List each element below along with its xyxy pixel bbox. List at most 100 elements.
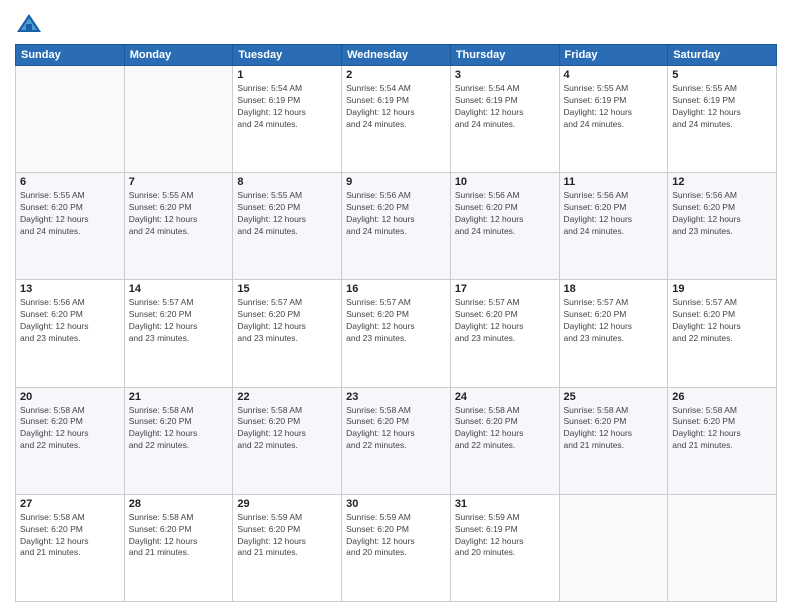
calendar-cell: 29 Sunrise: 5:59 AM Sunset: 6:20 PM Dayli… bbox=[233, 494, 342, 601]
calendar-cell: 31 Sunrise: 5:59 AM Sunset: 6:19 PM Dayli… bbox=[450, 494, 559, 601]
day-number: 29 bbox=[237, 498, 337, 510]
page: SundayMondayTuesdayWednesdayThursdayFrid… bbox=[0, 0, 792, 612]
calendar-table: SundayMondayTuesdayWednesdayThursdayFrid… bbox=[15, 44, 777, 602]
day-number: 25 bbox=[564, 391, 664, 403]
day-info: Sunrise: 5:58 AM Sunset: 6:20 PM Dayligh… bbox=[455, 405, 555, 453]
logo bbox=[15, 10, 47, 38]
calendar-week-2: 6 Sunrise: 5:55 AM Sunset: 6:20 PM Daylig… bbox=[16, 173, 777, 280]
day-number: 22 bbox=[237, 391, 337, 403]
calendar-cell: 3 Sunrise: 5:54 AM Sunset: 6:19 PM Daylig… bbox=[450, 66, 559, 173]
day-info: Sunrise: 5:58 AM Sunset: 6:20 PM Dayligh… bbox=[20, 512, 120, 560]
day-number: 7 bbox=[129, 176, 229, 188]
day-info: Sunrise: 5:55 AM Sunset: 6:20 PM Dayligh… bbox=[129, 190, 229, 238]
calendar-cell: 11 Sunrise: 5:56 AM Sunset: 6:20 PM Dayli… bbox=[559, 173, 668, 280]
day-info: Sunrise: 5:54 AM Sunset: 6:19 PM Dayligh… bbox=[346, 83, 446, 131]
day-info: Sunrise: 5:58 AM Sunset: 6:20 PM Dayligh… bbox=[237, 405, 337, 453]
day-info: Sunrise: 5:56 AM Sunset: 6:20 PM Dayligh… bbox=[455, 190, 555, 238]
day-number: 24 bbox=[455, 391, 555, 403]
weekday-header-wednesday: Wednesday bbox=[342, 45, 451, 66]
day-info: Sunrise: 5:59 AM Sunset: 6:20 PM Dayligh… bbox=[237, 512, 337, 560]
day-number: 30 bbox=[346, 498, 446, 510]
day-info: Sunrise: 5:56 AM Sunset: 6:20 PM Dayligh… bbox=[346, 190, 446, 238]
day-info: Sunrise: 5:56 AM Sunset: 6:20 PM Dayligh… bbox=[672, 190, 772, 238]
day-number: 11 bbox=[564, 176, 664, 188]
day-number: 18 bbox=[564, 283, 664, 295]
header bbox=[15, 10, 777, 38]
calendar-cell: 23 Sunrise: 5:58 AM Sunset: 6:20 PM Dayli… bbox=[342, 387, 451, 494]
calendar-cell: 26Sunrise: 5:58 AM Sunset: 6:20 PM Dayli… bbox=[668, 387, 777, 494]
day-info: Sunrise: 5:55 AM Sunset: 6:19 PM Dayligh… bbox=[564, 83, 664, 131]
weekday-header-monday: Monday bbox=[124, 45, 233, 66]
day-info: Sunrise: 5:59 AM Sunset: 6:20 PM Dayligh… bbox=[346, 512, 446, 560]
calendar-cell: 4Sunrise: 5:55 AM Sunset: 6:19 PM Daylig… bbox=[559, 66, 668, 173]
day-number: 15 bbox=[237, 283, 337, 295]
weekday-header-saturday: Saturday bbox=[668, 45, 777, 66]
calendar-week-1: 1Sunrise: 5:54 AM Sunset: 6:19 PM Daylig… bbox=[16, 66, 777, 173]
day-info: Sunrise: 5:58 AM Sunset: 6:20 PM Dayligh… bbox=[129, 512, 229, 560]
day-number: 20 bbox=[20, 391, 120, 403]
day-info: Sunrise: 5:57 AM Sunset: 6:20 PM Dayligh… bbox=[564, 297, 664, 345]
day-info: Sunrise: 5:57 AM Sunset: 6:20 PM Dayligh… bbox=[455, 297, 555, 345]
calendar-cell: 15 Sunrise: 5:57 AM Sunset: 6:20 PM Dayli… bbox=[233, 280, 342, 387]
calendar-cell: 1Sunrise: 5:54 AM Sunset: 6:19 PM Daylig… bbox=[233, 66, 342, 173]
weekday-header-row: SundayMondayTuesdayWednesdayThursdayFrid… bbox=[16, 45, 777, 66]
calendar-cell: 20Sunrise: 5:58 AM Sunset: 6:20 PM Dayli… bbox=[16, 387, 125, 494]
calendar-cell: 7 Sunrise: 5:55 AM Sunset: 6:20 PM Daylig… bbox=[124, 173, 233, 280]
calendar-cell: 19 Sunrise: 5:57 AM Sunset: 6:20 PM Dayli… bbox=[668, 280, 777, 387]
calendar-cell: 12 Sunrise: 5:56 AM Sunset: 6:20 PM Dayli… bbox=[668, 173, 777, 280]
day-info: Sunrise: 5:57 AM Sunset: 6:20 PM Dayligh… bbox=[672, 297, 772, 345]
weekday-header-thursday: Thursday bbox=[450, 45, 559, 66]
day-info: Sunrise: 5:54 AM Sunset: 6:19 PM Dayligh… bbox=[455, 83, 555, 131]
day-info: Sunrise: 5:54 AM Sunset: 6:19 PM Dayligh… bbox=[237, 83, 337, 131]
day-number: 2 bbox=[346, 69, 446, 81]
calendar-cell bbox=[16, 66, 125, 173]
calendar-cell: 5Sunrise: 5:55 AM Sunset: 6:19 PM Daylig… bbox=[668, 66, 777, 173]
day-info: Sunrise: 5:55 AM Sunset: 6:20 PM Dayligh… bbox=[20, 190, 120, 238]
day-number: 28 bbox=[129, 498, 229, 510]
calendar-cell bbox=[668, 494, 777, 601]
day-info: Sunrise: 5:57 AM Sunset: 6:20 PM Dayligh… bbox=[237, 297, 337, 345]
calendar-cell: 30 Sunrise: 5:59 AM Sunset: 6:20 PM Dayli… bbox=[342, 494, 451, 601]
day-number: 27 bbox=[20, 498, 120, 510]
calendar-cell: 9 Sunrise: 5:56 AM Sunset: 6:20 PM Daylig… bbox=[342, 173, 451, 280]
day-info: Sunrise: 5:58 AM Sunset: 6:20 PM Dayligh… bbox=[346, 405, 446, 453]
calendar-week-5: 27 Sunrise: 5:58 AM Sunset: 6:20 PM Dayli… bbox=[16, 494, 777, 601]
calendar-cell: 2 Sunrise: 5:54 AM Sunset: 6:19 PM Daylig… bbox=[342, 66, 451, 173]
day-number: 31 bbox=[455, 498, 555, 510]
calendar-cell: 13Sunrise: 5:56 AM Sunset: 6:20 PM Dayli… bbox=[16, 280, 125, 387]
day-number: 12 bbox=[672, 176, 772, 188]
calendar-cell: 10 Sunrise: 5:56 AM Sunset: 6:20 PM Dayli… bbox=[450, 173, 559, 280]
day-number: 14 bbox=[129, 283, 229, 295]
weekday-header-friday: Friday bbox=[559, 45, 668, 66]
calendar-cell: 18 Sunrise: 5:57 AM Sunset: 6:20 PM Dayli… bbox=[559, 280, 668, 387]
calendar-cell: 14 Sunrise: 5:57 AM Sunset: 6:20 PM Dayli… bbox=[124, 280, 233, 387]
calendar-cell: 28 Sunrise: 5:58 AM Sunset: 6:20 PM Dayli… bbox=[124, 494, 233, 601]
day-number: 6 bbox=[20, 176, 120, 188]
day-info: Sunrise: 5:57 AM Sunset: 6:20 PM Dayligh… bbox=[129, 297, 229, 345]
day-info: Sunrise: 5:55 AM Sunset: 6:20 PM Dayligh… bbox=[237, 190, 337, 238]
day-number: 3 bbox=[455, 69, 555, 81]
day-number: 19 bbox=[672, 283, 772, 295]
calendar-cell: 17 Sunrise: 5:57 AM Sunset: 6:20 PM Dayli… bbox=[450, 280, 559, 387]
calendar-cell: 22 Sunrise: 5:58 AM Sunset: 6:20 PM Dayli… bbox=[233, 387, 342, 494]
calendar-cell: 25Sunrise: 5:58 AM Sunset: 6:20 PM Dayli… bbox=[559, 387, 668, 494]
calendar-week-4: 20 Sunrise: 5:58 AM Sunset: 6:20 PM Dayli… bbox=[16, 387, 777, 494]
day-info: Sunrise: 5:56 AM Sunset: 6:20 PM Dayligh… bbox=[20, 297, 120, 345]
calendar-cell: 8 Sunrise: 5:55 AM Sunset: 6:20 PM Daylig… bbox=[233, 173, 342, 280]
day-info: Sunrise: 5:59 AM Sunset: 6:19 PM Dayligh… bbox=[455, 512, 555, 560]
day-number: 9 bbox=[346, 176, 446, 188]
logo-icon bbox=[15, 10, 43, 38]
day-number: 17 bbox=[455, 283, 555, 295]
weekday-header-sunday: Sunday bbox=[16, 45, 125, 66]
day-number: 10 bbox=[455, 176, 555, 188]
calendar-cell: 6 Sunrise: 5:55 AM Sunset: 6:20 PM Daylig… bbox=[16, 173, 125, 280]
day-info: Sunrise: 5:56 AM Sunset: 6:20 PM Dayligh… bbox=[564, 190, 664, 238]
day-info: Sunrise: 5:58 AM Sunset: 6:20 PM Dayligh… bbox=[129, 405, 229, 453]
day-number: 5 bbox=[672, 69, 772, 81]
calendar-week-3: 13Sunrise: 5:56 AM Sunset: 6:20 PM Dayli… bbox=[16, 280, 777, 387]
day-number: 21 bbox=[129, 391, 229, 403]
day-number: 23 bbox=[346, 391, 446, 403]
calendar-cell: 27 Sunrise: 5:58 AM Sunset: 6:20 PM Dayli… bbox=[16, 494, 125, 601]
day-number: 8 bbox=[237, 176, 337, 188]
day-number: 26 bbox=[672, 391, 772, 403]
